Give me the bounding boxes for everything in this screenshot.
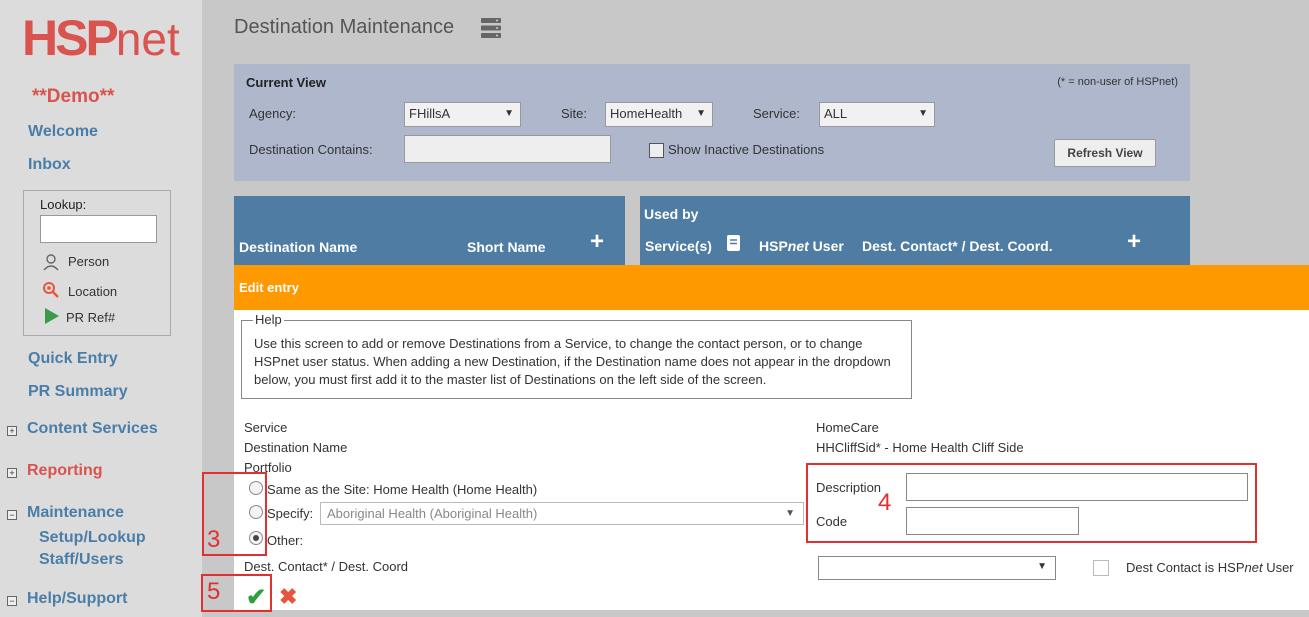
hspnet-logo[interactable]: HSPnet — [22, 10, 180, 67]
dropdown-arrow-icon: ▼ — [1037, 561, 1047, 572]
lookup-location[interactable]: Location — [68, 284, 117, 299]
nav-inbox[interactable]: Inbox — [28, 156, 71, 174]
agency-select[interactable]: FHillsA ▼ — [404, 102, 521, 127]
nav-help-support[interactable]: Help/Support — [27, 590, 127, 608]
portfolio-same-label: Same as the Site: Home Health (Home Heal… — [267, 482, 538, 497]
nav-welcome[interactable]: Welcome — [28, 123, 98, 141]
nav-pr-summary[interactable]: PR Summary — [28, 383, 128, 401]
person-icon — [42, 253, 60, 274]
dropdown-arrow-icon: ▼ — [918, 108, 928, 119]
help-legend: Help — [253, 312, 284, 327]
col-destination-name[interactable]: Destination Name — [239, 239, 357, 255]
lookup-pr-ref[interactable]: PR Ref# — [66, 310, 115, 325]
annotation-number-5: 5 — [207, 578, 221, 605]
dropdown-arrow-icon: ▼ — [504, 108, 514, 119]
help-text: Use this screen to add or remove Destina… — [254, 336, 891, 387]
refresh-view-button[interactable]: Refresh View — [1054, 139, 1156, 167]
edit-entry-bar: Edit entry — [234, 265, 1309, 310]
portfolio-other-label: Other: — [267, 533, 304, 548]
specify-value: Aboriginal Health (Aboriginal Health) — [327, 506, 538, 521]
col-hspnet-user[interactable]: HSPnet User — [759, 238, 844, 254]
destination-contains-label: Destination Contains: — [249, 142, 373, 157]
annotation-number-3: 3 — [207, 526, 221, 553]
hspnet-user-b: net — [787, 238, 809, 254]
col-used-by: Used by — [644, 206, 699, 222]
nav-maintenance[interactable]: Maintenance — [27, 504, 124, 522]
dest-hspnet-c: User — [1262, 560, 1294, 575]
dest-hspnet-user-checkbox[interactable] — [1093, 560, 1109, 576]
destination-name-value: HHCliffSid* - Home Health Cliff Side — [816, 440, 1024, 455]
current-view-panel: Current View (* = non-user of HSPnet) Ag… — [234, 64, 1190, 181]
destination-name-label: Destination Name — [244, 440, 348, 455]
col-short-name[interactable]: Short Name — [467, 239, 546, 255]
book-icon[interactable] — [726, 234, 741, 255]
lookup-panel: Lookup: Person Location PR Ref# — [23, 190, 171, 336]
hspnet-user-a: HSP — [759, 238, 788, 254]
col-services[interactable]: Service(s) — [645, 238, 712, 254]
site-label: Site: — [561, 106, 588, 121]
current-view-title: Current View — [246, 75, 326, 90]
service-select[interactable]: ALL ▼ — [819, 102, 935, 127]
specify-select[interactable]: Aboriginal Health (Aboriginal Health) ▼ — [320, 502, 804, 525]
dest-hspnet-user-label: Dest Contact is HSPnet User — [1126, 560, 1294, 575]
server-icon — [480, 17, 502, 42]
portfolio-specify-label: Specify: — [267, 506, 314, 521]
expand-icon[interactable]: + — [7, 426, 17, 436]
collapse-icon[interactable]: − — [7, 596, 17, 606]
site-select[interactable]: HomeHealth ▼ — [605, 102, 713, 127]
service-field-label: Service — [244, 420, 288, 435]
agency-label: Agency: — [249, 106, 296, 121]
annotation-number-4: 4 — [878, 489, 892, 516]
page-title: Destination Maintenance — [234, 16, 455, 38]
hspnet-user-c: User — [808, 238, 844, 254]
agency-value: FHillsA — [409, 106, 451, 121]
show-inactive-checkbox[interactable] — [649, 143, 664, 158]
site-value: HomeHealth — [610, 106, 683, 121]
lookup-person[interactable]: Person — [68, 254, 109, 269]
destination-table-header: Destination Name Short Name + — [234, 196, 625, 265]
col-dest-contact[interactable]: Dest. Contact* / Dest. Coord. — [862, 238, 1053, 254]
service-value: ALL — [824, 106, 848, 121]
dropdown-arrow-icon: ▼ — [696, 108, 706, 119]
dest-hspnet-b: net — [1244, 560, 1263, 575]
service-label: Service: — [753, 106, 800, 121]
nav-setup-lookup[interactable]: Setup/Lookup — [39, 529, 146, 547]
lookup-label: Lookup: — [40, 197, 87, 212]
service-field-value: HomeCare — [816, 420, 879, 435]
logo-net: net — [115, 13, 180, 65]
show-inactive-label: Show Inactive Destinations — [668, 142, 825, 157]
location-search-icon — [42, 281, 60, 302]
nav-quick-entry[interactable]: Quick Entry — [28, 350, 118, 368]
non-user-note: (* = non-user of HSPnet) — [1057, 76, 1178, 88]
nav-content-services[interactable]: Content Services — [27, 420, 158, 438]
add-destination-icon[interactable]: + — [590, 230, 604, 254]
demo-label: **Demo** — [32, 86, 115, 107]
dest-hspnet-a: Dest Contact is HSP — [1126, 560, 1245, 575]
cancel-x-icon[interactable]: ✖ — [279, 584, 297, 610]
logo-hsp: HSP — [22, 10, 119, 66]
annotation-box-4 — [806, 463, 1257, 543]
used-by-table-header: Used by Service(s) HSPnet User Dest. Con… — [640, 196, 1190, 265]
add-used-by-icon[interactable]: + — [1127, 230, 1141, 254]
sidebar: HSPnet **Demo** Welcome Inbox Lookup: Pe… — [0, 0, 202, 617]
nav-reporting[interactable]: Reporting — [27, 462, 103, 480]
play-icon — [44, 307, 60, 328]
expand-icon[interactable]: + — [7, 468, 17, 478]
dest-contact-label: Dest. Contact* / Dest. Coord — [244, 559, 409, 574]
dropdown-arrow-icon: ▼ — [785, 508, 795, 519]
lookup-input[interactable] — [40, 215, 157, 243]
nav-staff-users[interactable]: Staff/Users — [39, 551, 123, 569]
destination-contains-input[interactable] — [404, 135, 611, 163]
collapse-icon[interactable]: − — [7, 510, 17, 520]
dest-contact-select[interactable]: ▼ — [818, 556, 1056, 580]
